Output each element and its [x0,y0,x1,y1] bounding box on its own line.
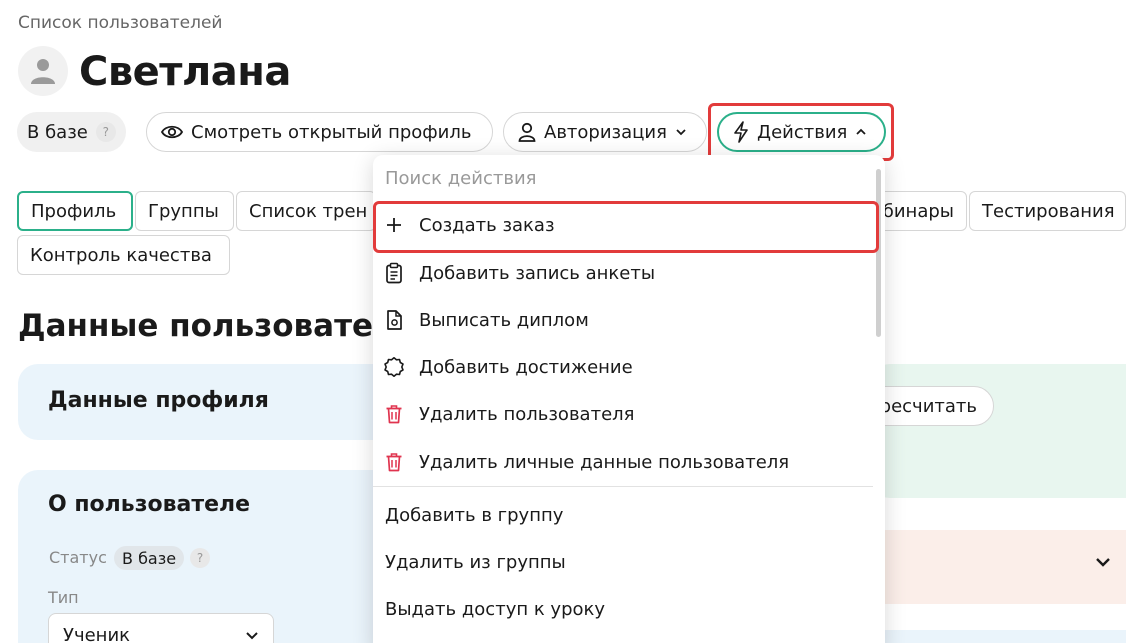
menu-item-remove-from-group[interactable]: Удалить из группы [385,542,566,582]
clipboard-icon [386,262,402,284]
profile-data-title: Данные профиля [48,388,269,413]
menu-divider [373,486,873,487]
user-placeholder-icon [31,59,55,84]
type-select[interactable]: Ученик [48,613,274,643]
create-order-highlight-frame [373,201,879,253]
tab-testing[interactable]: Тестирования [969,191,1126,231]
tab-groups[interactable]: Группы [135,191,234,231]
help-icon[interactable]: ? [95,122,116,142]
menu-item-add-achievement[interactable]: Добавить достижение [383,347,633,387]
breadcrumb[interactable]: Список пользователей [18,13,222,33]
menu-item-label: Добавить запись анкеты [419,262,656,284]
collapsed-card[interactable] [870,530,1126,604]
document-icon [387,310,402,330]
stats-card [870,364,1126,498]
menu-item-grant-lesson-access[interactable]: Выдать доступ к уроку [385,589,605,629]
about-user-title: О пользователе [48,492,251,517]
menu-item-delete-personal-data[interactable]: Удалить личные данные пользователя [383,442,789,482]
menu-item-label: Удалить личные данные пользователя [419,451,790,473]
menu-item-label: Добавить достижение [419,356,633,378]
menu-item-add-survey-record[interactable]: Добавить запись анкеты [383,253,655,293]
authorization-button[interactable]: Авторизация [503,112,707,152]
tab-profile[interactable]: Профиль [17,191,133,231]
actions-highlight-frame [708,103,894,161]
tab-training-list[interactable]: Список трен [236,191,376,231]
status-label: Статус [49,548,107,567]
dropdown-scrollbar[interactable] [876,169,881,337]
page-title: Светлана [79,49,291,95]
menu-item-label: Выписать диплом [419,309,589,331]
badge-icon [384,357,404,377]
chevron-down-icon[interactable] [1094,556,1112,568]
status-value: В базе [114,546,185,570]
trash-icon [386,405,402,424]
status-badge: В базе ? [17,112,126,152]
avatar [18,46,68,96]
info-card [870,630,1126,643]
authorization-label: Авторизация [544,121,667,143]
menu-item-delete-user[interactable]: Удалить пользователя [383,394,634,434]
type-select-value: Ученик [63,624,131,643]
user-icon [518,122,536,142]
view-public-profile-label: Смотреть открытый профиль [191,121,472,143]
menu-item-issue-diploma[interactable]: Выписать диплом [383,300,589,340]
section-title: Данные пользовател [18,308,396,344]
status-help-icon[interactable]: ? [190,548,210,568]
menu-item-label: Удалить пользователя [419,403,635,425]
chevron-down-icon [676,129,686,136]
view-public-profile-button[interactable]: Смотреть открытый профиль [146,112,493,152]
status-badge-label: В базе [27,121,88,143]
chevron-down-icon [246,631,258,639]
menu-item-add-to-group[interactable]: Добавить в группу [385,495,563,535]
action-search-input[interactable] [385,163,865,193]
type-label: Тип [48,588,79,607]
tab-quality-control[interactable]: Контроль качества [17,235,230,275]
trash-icon [386,453,402,472]
eye-icon [161,125,183,139]
